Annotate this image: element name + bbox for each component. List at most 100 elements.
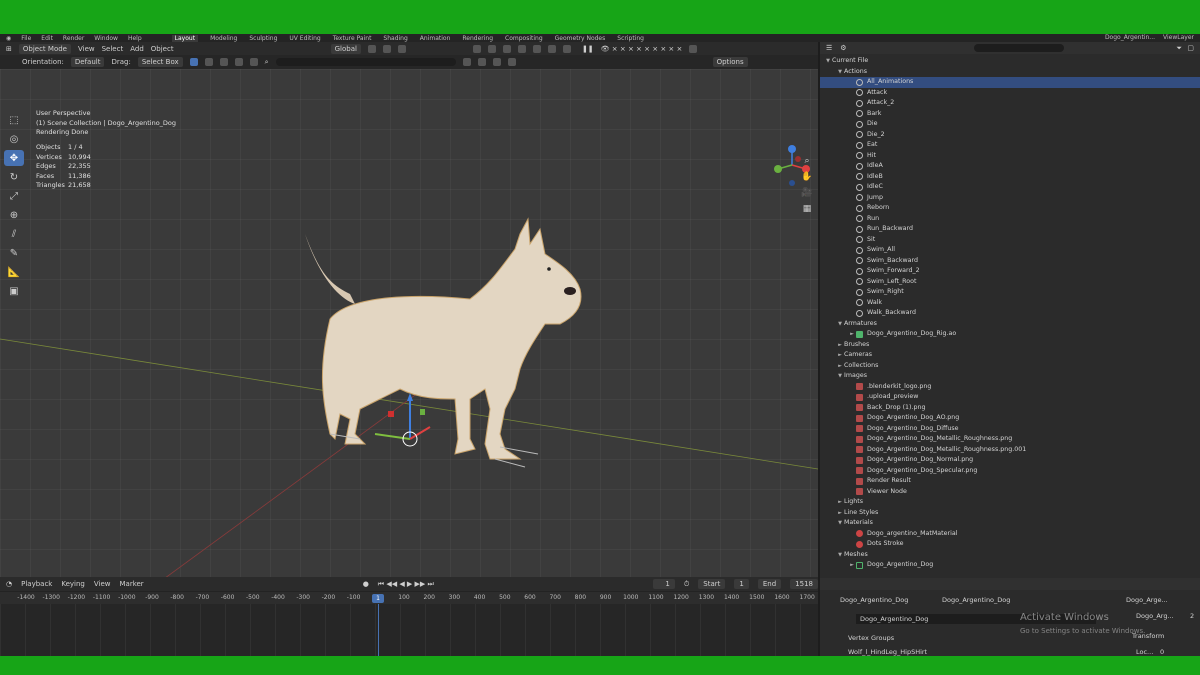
- select-intersect-icon[interactable]: [249, 58, 258, 66]
- scale-tool-icon[interactable]: ⤢: [4, 188, 24, 204]
- outliner-row[interactable]: Die_2: [820, 130, 1200, 141]
- outliner-row[interactable]: Dogo_Argentino_Dog_Specular.png: [820, 466, 1200, 477]
- options-dropdown[interactable]: Options: [712, 57, 748, 67]
- outliner-row[interactable]: IdleC: [820, 182, 1200, 193]
- outliner-row[interactable]: Render Result: [820, 476, 1200, 487]
- menu-file[interactable]: File: [21, 35, 31, 42]
- tab-geometry-nodes[interactable]: Geometry Nodes: [555, 35, 606, 42]
- outliner-row[interactable]: Swim_Left_Root: [820, 277, 1200, 288]
- menu-select[interactable]: Select: [102, 45, 124, 53]
- tab-scripting[interactable]: Scripting: [617, 35, 644, 42]
- outliner-row[interactable]: ▼ Armatures: [820, 319, 1200, 330]
- pause-icon[interactable]: ❚❚: [582, 45, 594, 53]
- outliner-row[interactable]: All_Animations: [820, 77, 1200, 88]
- expand-arrow-icon[interactable]: ►: [836, 361, 844, 372]
- outliner-row[interactable]: IdleB: [820, 172, 1200, 183]
- object-name-field[interactable]: Dogo_Argentino_Dog: [840, 596, 908, 604]
- outliner-row[interactable]: ▼ Images: [820, 371, 1200, 382]
- expand-arrow-icon[interactable]: ►: [836, 508, 844, 519]
- select-extend-icon[interactable]: [204, 58, 213, 66]
- outliner-row[interactable]: Bark: [820, 109, 1200, 120]
- expand-arrow-icon[interactable]: ▼: [824, 56, 832, 67]
- outliner-row[interactable]: Swim_All: [820, 245, 1200, 256]
- expand-arrow-icon[interactable]: ►: [836, 340, 844, 351]
- tab-modeling[interactable]: Modeling: [210, 35, 237, 42]
- proportional-edit-icon[interactable]: [397, 44, 406, 53]
- vertex-groups-panel[interactable]: Vertex Groups: [848, 634, 894, 642]
- 3d-cursor-icon[interactable]: ◎: [4, 131, 24, 147]
- menu-window[interactable]: Window: [94, 35, 118, 42]
- zoom-icon[interactable]: ⌕: [800, 156, 814, 170]
- expand-arrow-icon[interactable]: ▼: [836, 550, 844, 561]
- outliner-row[interactable]: Eat: [820, 140, 1200, 151]
- outliner-row[interactable]: ► Dogo_Argentino_Dog: [820, 560, 1200, 571]
- outliner-row[interactable]: ▼ Materials: [820, 518, 1200, 529]
- expand-arrow-icon[interactable]: ►: [848, 329, 856, 340]
- select-invert-icon[interactable]: [234, 58, 243, 66]
- outliner-row[interactable]: Dots Stroke: [820, 539, 1200, 550]
- transform-orientation-dropdown[interactable]: Global: [330, 43, 361, 54]
- pivot-icon[interactable]: [367, 44, 376, 53]
- outliner-row[interactable]: .blenderkit_logo.png: [820, 382, 1200, 393]
- outliner-row[interactable]: ► Brushes: [820, 340, 1200, 351]
- outliner-row[interactable]: Run: [820, 214, 1200, 225]
- tab-rendering[interactable]: Rendering: [462, 35, 493, 42]
- camera-icon[interactable]: [689, 44, 698, 53]
- shading-material-icon[interactable]: [547, 44, 556, 53]
- current-frame-field[interactable]: 1: [652, 579, 675, 589]
- outliner-row[interactable]: Swim_Backward: [820, 256, 1200, 267]
- menu-edit[interactable]: Edit: [41, 35, 53, 42]
- annotate-tool-icon[interactable]: ⫽: [4, 226, 24, 242]
- playback-controls-icon[interactable]: ⏮ ◀◀ ◀ ▶ ▶▶ ⏭: [378, 580, 434, 589]
- outliner-row[interactable]: ► Lights: [820, 497, 1200, 508]
- shading-rendered-icon[interactable]: [562, 44, 571, 53]
- visibility-icon[interactable]: [472, 44, 481, 53]
- pan-hand-icon[interactable]: ✋: [800, 172, 814, 186]
- gizmo-icon[interactable]: [487, 44, 496, 53]
- menu-render[interactable]: Render: [63, 35, 84, 42]
- outliner-row[interactable]: ► Cameras: [820, 350, 1200, 361]
- snap-icon[interactable]: [382, 44, 391, 53]
- mesh-data-name[interactable]: Dogo_Argentino_Dog: [942, 596, 1010, 604]
- overlay-icon[interactable]: [502, 44, 511, 53]
- expand-arrow-icon[interactable]: ▼: [836, 371, 844, 382]
- expand-arrow-icon[interactable]: ▼: [836, 518, 844, 529]
- current-frame-marker[interactable]: 1: [372, 594, 384, 603]
- filter-icon[interactable]: ⏷: [1176, 44, 1182, 53]
- outliner-row[interactable]: .upload_preview: [820, 392, 1200, 403]
- location-value[interactable]: 0: [1160, 648, 1164, 656]
- tab-uv-editing[interactable]: UV Editing: [289, 35, 320, 42]
- outliner-row[interactable]: Sit: [820, 235, 1200, 246]
- select-mode-icon[interactable]: [189, 58, 198, 66]
- outliner-row[interactable]: ► Line Styles: [820, 508, 1200, 519]
- menu-marker[interactable]: Marker: [119, 580, 143, 588]
- expand-arrow-icon[interactable]: ▼: [836, 67, 844, 78]
- shading-solid-icon[interactable]: [532, 44, 541, 53]
- outliner-row[interactable]: Swim_Forward_2: [820, 266, 1200, 277]
- bookmark-icon[interactable]: [477, 58, 486, 66]
- expand-arrow-icon[interactable]: ▼: [836, 319, 844, 330]
- xray-icon[interactable]: [517, 44, 526, 53]
- outliner-row[interactable]: ► Dogo_Argentino_Dog_Rig.ao: [820, 329, 1200, 340]
- viewport-search-field[interactable]: [275, 58, 456, 66]
- tab-sculpting[interactable]: Sculpting: [249, 35, 277, 42]
- menu-keying[interactable]: Keying: [61, 580, 85, 588]
- end-frame-field[interactable]: 1518: [790, 579, 818, 589]
- tab-texture-paint[interactable]: Texture Paint: [333, 35, 372, 42]
- object-mode-dropdown[interactable]: Object Mode: [18, 43, 71, 54]
- restrict-toggles-icon[interactable]: 👁 ⨯ ⨯ ⨯ ⨯ ⨯ ⨯ ⨯ ⨯ ⨯: [601, 45, 683, 53]
- tab-shading[interactable]: Shading: [383, 35, 407, 42]
- blender-logo-icon[interactable]: ◉: [6, 35, 11, 42]
- outliner-row[interactable]: Swim_Right: [820, 287, 1200, 298]
- drag-dropdown[interactable]: Select Box: [137, 57, 183, 67]
- outliner-row[interactable]: Walk_Backward: [820, 308, 1200, 319]
- grid-view-icon[interactable]: ▦: [800, 204, 814, 218]
- outliner-row[interactable]: Run_Backward: [820, 224, 1200, 235]
- outliner-row[interactable]: Attack: [820, 88, 1200, 99]
- outliner-row[interactable]: ► Collections: [820, 361, 1200, 372]
- select-subtract-icon[interactable]: [219, 58, 228, 66]
- outliner-row[interactable]: Dogo_argentino_MatMaterial: [820, 529, 1200, 540]
- camera-view-icon[interactable]: 🎥: [800, 188, 814, 202]
- outliner-row[interactable]: IdleA: [820, 161, 1200, 172]
- search-icon[interactable]: ⌕: [265, 58, 269, 67]
